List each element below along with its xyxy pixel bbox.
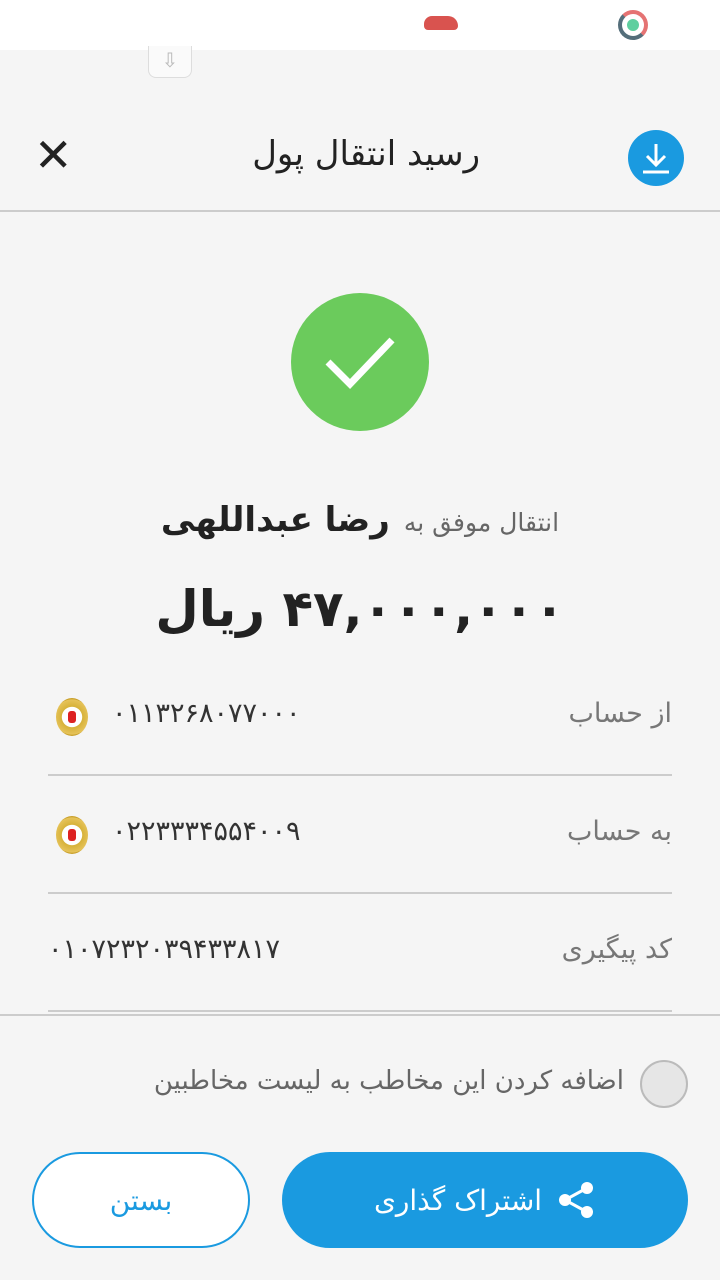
header: ✕ رسید انتقال پول: [0, 100, 720, 212]
close-button-label: بستن: [109, 1183, 173, 1217]
transfer-label: انتقال موفق به: [403, 508, 560, 537]
close-button[interactable]: بستن: [32, 1152, 250, 1248]
row-label: کد پیگیری: [561, 934, 672, 965]
close-icon[interactable]: ✕: [34, 132, 73, 178]
pull-down-handle-icon[interactable]: ⇩: [148, 46, 192, 78]
bank-emblem-icon: [56, 816, 88, 854]
row-value: ۰۱۱۳۲۶۸۰۷۷۰۰۰: [112, 698, 301, 729]
share-button-label: اشتراک گذاری: [373, 1183, 543, 1217]
row-value: ۰۱۰۷۲۳۲۰۳۹۴۳۳۸۱۷: [48, 934, 281, 965]
bank-emblem-icon: [56, 698, 88, 736]
car-app-icon: [424, 16, 458, 30]
share-button[interactable]: اشتراک گذاری: [282, 1152, 688, 1248]
page-title: رسید انتقال پول: [252, 134, 480, 174]
transfer-summary: انتقال موفق به رضا عبداللهی: [0, 500, 720, 540]
location-app-icon: [618, 10, 648, 40]
download-icon: [643, 144, 669, 174]
add-contact-checkbox[interactable]: [640, 1060, 688, 1108]
row-label: به حساب: [567, 816, 672, 847]
amount: ۴۷,۰۰۰,۰۰۰ ریال: [155, 580, 565, 638]
row-value: ۰۲۲۳۳۳۴۵۵۴۰۰۹: [112, 816, 301, 847]
share-icon: [559, 1182, 594, 1218]
download-button[interactable]: [628, 130, 684, 186]
add-contact-label[interactable]: اضافه کردن این مخاطب به لیست مخاطبین: [154, 1066, 624, 1096]
success-check-icon: [291, 293, 429, 431]
row-label: از حساب: [568, 698, 672, 729]
to-account-row: به حساب ۰۲۲۳۳۳۴۵۵۴۰۰۹: [48, 776, 672, 894]
status-bar: [0, 0, 720, 50]
from-account-row: از حساب ۰۱۱۳۲۶۸۰۷۷۰۰۰: [48, 658, 672, 776]
tracking-code-row: کد پیگیری ۰۱۰۷۲۳۲۰۳۹۴۳۳۸۱۷: [48, 894, 672, 1012]
divider: [0, 1014, 720, 1016]
recipient-name: رضا عبداللهی: [160, 500, 390, 540]
